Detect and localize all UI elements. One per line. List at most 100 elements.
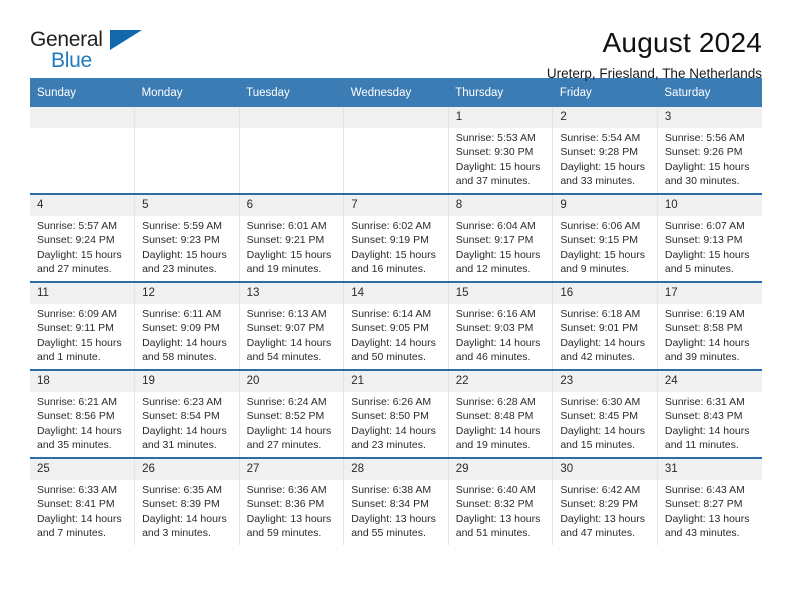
calendar-day-cell[interactable]: 9 Sunrise: 6:06 AM Sunset: 9:15 PM Daylight…	[552, 193, 658, 282]
sunrise-time: Sunrise: 6:11 AM	[142, 308, 222, 320]
calendar-day-cell[interactable]: 15 Sunrise: 6:16 AM Sunset: 9:03 PM Dayligh…	[448, 281, 554, 370]
day-number: 28	[344, 459, 448, 480]
day-details: Sunrise: 6:07 AM Sunset: 9:13 PM Daylight:…	[658, 216, 762, 277]
sunrise-time: Sunrise: 6:30 AM	[560, 396, 641, 408]
day-details: Sunrise: 6:40 AM Sunset: 8:32 PM Daylight:…	[449, 480, 553, 541]
daylight-duration-line2: and 31 minutes.	[142, 439, 217, 452]
daylight-duration-line1: Daylight: 14 hours	[351, 336, 436, 349]
day-details: Sunrise: 5:53 AM Sunset: 9:30 PM Daylight:…	[449, 128, 553, 189]
sunrise-time: Sunrise: 6:38 AM	[351, 484, 432, 496]
weekday-header-sunday: Sunday	[30, 78, 135, 107]
calendar-day-cell[interactable]: 28 Sunrise: 6:38 AM Sunset: 8:34 PM Dayligh…	[343, 457, 449, 545]
sunrise-time: Sunrise: 6:33 AM	[37, 484, 117, 496]
daylight-duration-line1: Daylight: 15 hours	[142, 248, 227, 261]
sunset-time: Sunset: 8:39 PM	[142, 498, 220, 511]
daylight-duration-line2: and 7 minutes.	[37, 527, 106, 540]
calendar-day-cell[interactable]: 22 Sunrise: 6:28 AM Sunset: 8:48 PM Dayligh…	[448, 369, 554, 458]
calendar-day-cell[interactable]: 23 Sunrise: 6:30 AM Sunset: 8:45 PM Dayligh…	[552, 369, 658, 458]
calendar-day-cell[interactable]: 20 Sunrise: 6:24 AM Sunset: 8:52 PM Dayligh…	[239, 369, 345, 458]
day-number: 12	[135, 283, 239, 304]
calendar-day-cell-empty	[239, 107, 345, 194]
day-number	[30, 107, 135, 128]
calendar-day-cell[interactable]: 13 Sunrise: 6:13 AM Sunset: 9:07 PM Dayligh…	[239, 281, 345, 370]
logo-triangle-icon	[110, 30, 142, 50]
daylight-duration-line1: Daylight: 14 hours	[351, 424, 436, 437]
daylight-duration-line1: Daylight: 15 hours	[351, 248, 436, 261]
sunset-time: Sunset: 8:54 PM	[142, 410, 220, 423]
sunrise-time: Sunrise: 5:54 AM	[560, 132, 641, 144]
sunset-time: Sunset: 8:58 PM	[664, 322, 743, 335]
calendar-day-cell[interactable]: 7 Sunrise: 6:02 AM Sunset: 9:19 PM Daylight…	[343, 193, 449, 282]
sunrise-time: Sunrise: 5:53 AM	[455, 132, 536, 144]
daylight-duration-line2: and 30 minutes.	[664, 175, 740, 188]
calendar-day-cell[interactable]: 12 Sunrise: 6:11 AM Sunset: 9:09 PM Dayligh…	[134, 281, 240, 370]
calendar-day-cell[interactable]: 25 Sunrise: 6:33 AM Sunset: 8:41 PM Dayligh…	[30, 457, 136, 545]
calendar-day-cell[interactable]: 6 Sunrise: 6:01 AM Sunset: 9:21 PM Daylight…	[239, 193, 345, 282]
sunset-time: Sunset: 9:07 PM	[246, 322, 325, 335]
sunrise-time: Sunrise: 6:04 AM	[455, 220, 536, 232]
calendar-day-cell[interactable]: 5 Sunrise: 5:59 AM Sunset: 9:23 PM Daylight…	[134, 193, 240, 282]
day-details: Sunrise: 5:54 AM Sunset: 9:28 PM Daylight:…	[553, 128, 657, 189]
calendar-day-cell[interactable]: 18 Sunrise: 6:21 AM Sunset: 8:56 PM Dayligh…	[30, 369, 136, 458]
calendar-day-cell[interactable]: 31 Sunrise: 6:43 AM Sunset: 8:27 PM Dayligh…	[657, 457, 762, 545]
daylight-duration-line1: Daylight: 15 hours	[560, 160, 645, 173]
sunset-time: Sunset: 8:34 PM	[351, 498, 429, 511]
daylight-duration-line1: Daylight: 14 hours	[455, 336, 541, 349]
daylight-duration-line1: Daylight: 15 hours	[560, 248, 645, 261]
calendar-day-cell[interactable]: 17 Sunrise: 6:19 AM Sunset: 8:58 PM Dayligh…	[657, 281, 762, 370]
daylight-duration-line2: and 23 minutes.	[142, 263, 217, 276]
calendar-week-row: 18 Sunrise: 6:21 AM Sunset: 8:56 PM Dayligh…	[30, 369, 762, 458]
day-number: 14	[344, 283, 448, 304]
sunset-time: Sunset: 8:32 PM	[455, 498, 534, 511]
calendar-day-cell[interactable]: 2 Sunrise: 5:54 AM Sunset: 9:28 PM Daylight…	[552, 107, 658, 194]
daylight-duration-line2: and 1 minute.	[37, 351, 101, 364]
sunrise-time: Sunrise: 6:26 AM	[351, 396, 432, 408]
generalblue-logo[interactable]: General Blue	[30, 26, 150, 78]
daylight-duration-line1: Daylight: 15 hours	[664, 160, 750, 173]
calendar-day-cell[interactable]: 14 Sunrise: 6:14 AM Sunset: 9:05 PM Dayligh…	[343, 281, 449, 370]
calendar-day-cell[interactable]: 3 Sunrise: 5:56 AM Sunset: 9:26 PM Daylight…	[657, 107, 762, 194]
calendar-day-cell[interactable]: 19 Sunrise: 6:23 AM Sunset: 8:54 PM Dayligh…	[134, 369, 240, 458]
day-details: Sunrise: 6:30 AM Sunset: 8:45 PM Daylight:…	[553, 392, 657, 453]
day-number: 21	[344, 371, 448, 392]
calendar-day-cell[interactable]: 8 Sunrise: 6:04 AM Sunset: 9:17 PM Daylight…	[448, 193, 554, 282]
daylight-duration-line1: Daylight: 15 hours	[246, 248, 332, 261]
calendar-day-cell[interactable]: 30 Sunrise: 6:42 AM Sunset: 8:29 PM Dayligh…	[552, 457, 658, 545]
day-number: 3	[657, 107, 762, 128]
calendar-week-row: 1 Sunrise: 5:53 AM Sunset: 9:30 PM Daylight…	[30, 107, 762, 194]
calendar-day-cell[interactable]: 11 Sunrise: 6:09 AM Sunset: 9:11 PM Dayligh…	[30, 281, 136, 370]
calendar-day-cell[interactable]: 27 Sunrise: 6:36 AM Sunset: 8:36 PM Dayligh…	[239, 457, 345, 545]
day-number: 17	[657, 283, 762, 304]
daylight-duration-line1: Daylight: 14 hours	[455, 424, 541, 437]
calendar-day-cell[interactable]: 4 Sunrise: 5:57 AM Sunset: 9:24 PM Daylight…	[30, 193, 136, 282]
day-details: Sunrise: 6:01 AM Sunset: 9:21 PM Daylight:…	[240, 216, 344, 277]
calendar-day-cell[interactable]: 29 Sunrise: 6:40 AM Sunset: 8:32 PM Dayligh…	[448, 457, 554, 545]
sunrise-time: Sunrise: 6:36 AM	[246, 484, 327, 496]
day-number: 9	[553, 195, 657, 216]
daylight-duration-line2: and 43 minutes.	[664, 527, 740, 540]
sunrise-time: Sunrise: 6:16 AM	[455, 308, 536, 320]
day-number: 18	[30, 371, 135, 392]
sunrise-time: Sunrise: 5:57 AM	[37, 220, 117, 232]
day-number: 26	[135, 459, 239, 480]
daylight-duration-line1: Daylight: 14 hours	[560, 336, 645, 349]
calendar-day-cell[interactable]: 26 Sunrise: 6:35 AM Sunset: 8:39 PM Dayligh…	[134, 457, 240, 545]
daylight-duration-line2: and 51 minutes.	[455, 527, 531, 540]
sunset-time: Sunset: 8:29 PM	[560, 498, 638, 511]
calendar-day-cell[interactable]: 10 Sunrise: 6:07 AM Sunset: 9:13 PM Dayligh…	[657, 193, 762, 282]
daylight-duration-line1: Daylight: 14 hours	[142, 424, 227, 437]
calendar-day-cell[interactable]: 1 Sunrise: 5:53 AM Sunset: 9:30 PM Daylight…	[448, 107, 554, 194]
calendar-day-cell[interactable]: 16 Sunrise: 6:18 AM Sunset: 9:01 PM Dayligh…	[552, 281, 658, 370]
day-number	[239, 107, 344, 128]
day-number: 5	[135, 195, 239, 216]
sunset-time: Sunset: 9:15 PM	[560, 234, 638, 247]
calendar-week-row: 4 Sunrise: 5:57 AM Sunset: 9:24 PM Daylight…	[30, 193, 762, 282]
calendar-day-cell[interactable]: 21 Sunrise: 6:26 AM Sunset: 8:50 PM Dayligh…	[343, 369, 449, 458]
page-header: General Blue August 2024 Ureterp, Friesl…	[30, 0, 762, 81]
calendar-week-row: 11 Sunrise: 6:09 AM Sunset: 9:11 PM Dayligh…	[30, 281, 762, 370]
day-number: 11	[30, 283, 135, 304]
calendar-day-cell[interactable]: 24 Sunrise: 6:31 AM Sunset: 8:43 PM Dayligh…	[657, 369, 762, 458]
sunrise-time: Sunrise: 6:19 AM	[664, 308, 745, 320]
day-details: Sunrise: 6:04 AM Sunset: 9:17 PM Daylight:…	[449, 216, 553, 277]
daylight-duration-line1: Daylight: 13 hours	[455, 512, 541, 525]
